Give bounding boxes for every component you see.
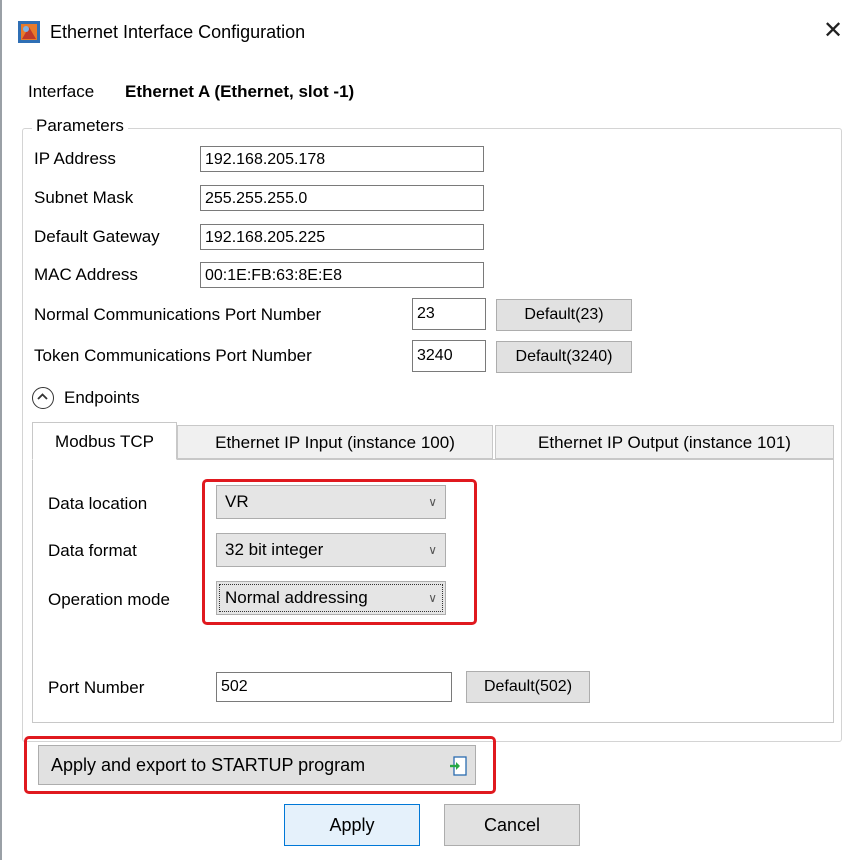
port-number-default-button[interactable]: Default(502) xyxy=(466,671,590,703)
token-port-field[interactable]: 3240 xyxy=(412,340,486,372)
window-title: Ethernet Interface Configuration xyxy=(50,22,306,42)
default-gateway-label: Default Gateway xyxy=(34,227,160,246)
data-format-label: Data format xyxy=(48,541,137,560)
mac-address-label: MAC Address xyxy=(34,265,138,284)
subnet-mask-label: Subnet Mask xyxy=(34,188,134,207)
interface-label: Interface xyxy=(28,82,95,101)
ip-address-label: IP Address xyxy=(34,149,116,168)
tab-ethernet-ip-output[interactable]: Ethernet IP Output (instance 101) xyxy=(495,425,834,459)
port-number-label: Port Number xyxy=(48,678,145,697)
data-location-label: Data location xyxy=(48,494,148,513)
normal-port-default-button[interactable]: Default(23) xyxy=(496,299,632,331)
tab-ethernet-ip-input[interactable]: Ethernet IP Input (instance 100) xyxy=(177,425,493,459)
token-port-default-button[interactable]: Default(3240) xyxy=(496,341,632,373)
apply-button[interactable]: Apply xyxy=(284,804,420,846)
normal-port-field[interactable]: 23 xyxy=(412,298,486,330)
tab-modbus-tcp[interactable]: Modbus TCP xyxy=(32,422,177,460)
highlight-box-modbus-options xyxy=(202,479,477,625)
parameters-title: Parameters xyxy=(32,116,128,136)
ip-address-field[interactable]: 192.168.205.178 xyxy=(200,146,484,172)
cancel-button[interactable]: Cancel xyxy=(444,804,580,846)
highlight-box-export xyxy=(24,736,496,794)
normal-port-label: Normal Communications Port Number xyxy=(34,305,322,324)
token-port-label: Token Communications Port Number xyxy=(34,346,312,365)
window-left-edge xyxy=(0,0,2,860)
subnet-mask-field[interactable]: 255.255.255.0 xyxy=(200,185,484,211)
endpoints-label: Endpoints xyxy=(64,388,140,407)
title-bar: Ethernet Interface Configuration ✕ xyxy=(2,0,851,62)
chevron-up-circle-icon[interactable] xyxy=(32,387,54,409)
operation-mode-label: Operation mode xyxy=(48,590,170,609)
app-icon xyxy=(18,21,40,43)
mac-address-field[interactable]: 00:1E:FB:63:8E:E8 xyxy=(200,262,484,288)
close-icon[interactable]: ✕ xyxy=(820,18,846,44)
default-gateway-field[interactable]: 192.168.205.225 xyxy=(200,224,484,250)
chevron-up-icon xyxy=(37,393,48,400)
port-number-field[interactable]: 502 xyxy=(216,672,452,702)
interface-value: Ethernet A (Ethernet, slot -1) xyxy=(125,82,355,101)
